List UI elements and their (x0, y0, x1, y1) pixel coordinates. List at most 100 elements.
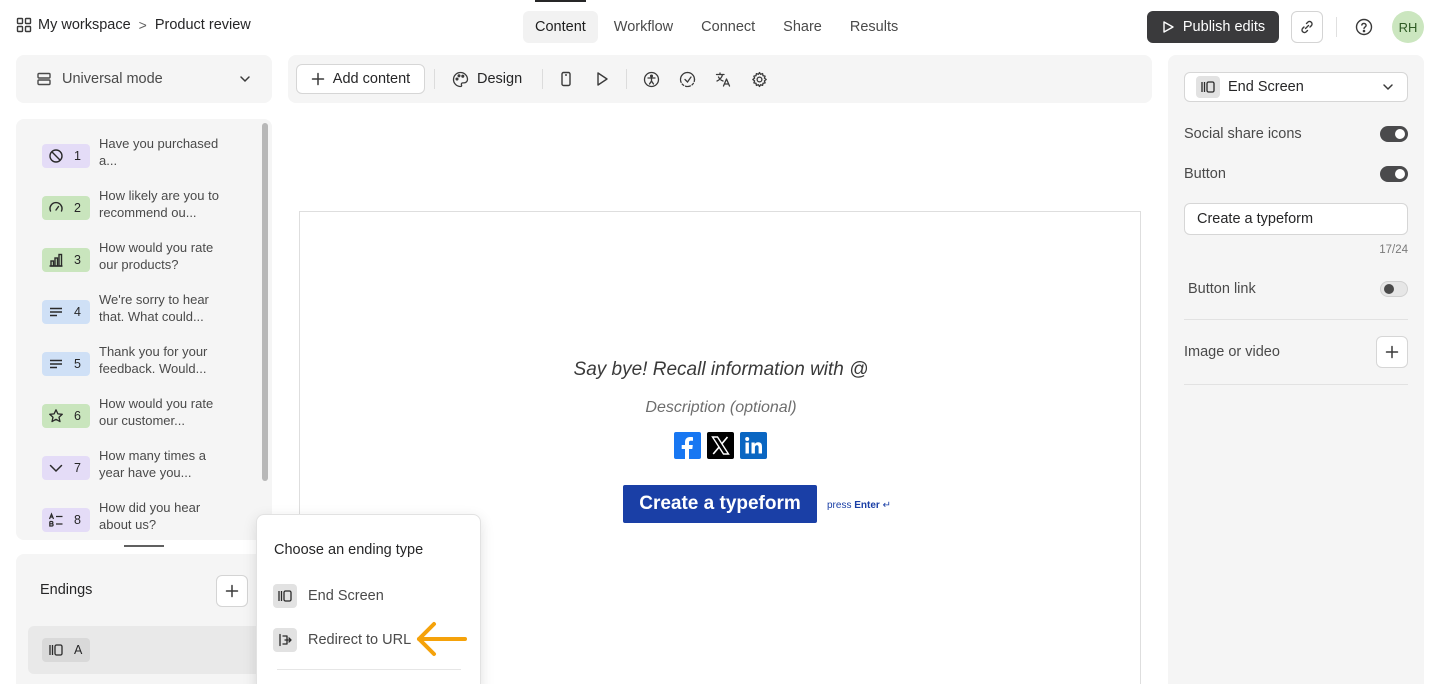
question-list: 1 Have you purchased a... 2 How likely a… (16, 119, 272, 540)
x-icon[interactable] (707, 432, 734, 459)
button-label: Button (1184, 166, 1226, 182)
question-number: 8 (74, 513, 81, 527)
play-icon (594, 71, 610, 87)
translate-icon (715, 71, 732, 88)
top-bar: My workspace > Product review Content Wo… (0, 0, 1440, 54)
end-screen-icon (1196, 76, 1220, 98)
button-row: Button (1184, 164, 1408, 184)
question-text: How many times a year have you... (99, 448, 206, 480)
ending-type-select[interactable]: End Screen (1184, 72, 1408, 102)
mobile-preview-button[interactable] (554, 67, 578, 91)
list-item[interactable]: 4 We're sorry to hear that. What could..… (42, 291, 242, 331)
translate-button[interactable] (711, 67, 735, 91)
question-text: Have you purchased a... (99, 136, 219, 168)
gauge-icon (48, 200, 64, 216)
question-number: 3 (74, 253, 81, 267)
add-content-button[interactable]: Add content (296, 64, 425, 94)
button-text-input[interactable] (1184, 203, 1408, 235)
question-number: 4 (74, 305, 81, 319)
question-list-scrollbar[interactable] (262, 123, 268, 481)
chevron-down-icon (48, 460, 64, 476)
button-link-toggle[interactable] (1380, 281, 1408, 297)
settings-panel: End Screen Social share icons Button 17/… (1168, 55, 1424, 684)
social-share-toggle[interactable] (1380, 126, 1408, 142)
design-label: Design (477, 71, 523, 87)
list-item[interactable]: 1 Have you purchased a... (42, 135, 242, 175)
star-icon (48, 408, 64, 424)
ab-list-icon (48, 512, 64, 528)
help-button[interactable] (1350, 13, 1378, 41)
accessibility-button[interactable] (639, 67, 663, 91)
endings-panel: Endings A (16, 554, 272, 684)
list-item[interactable]: 7 How many times a year have you... (42, 447, 242, 487)
add-ending-button[interactable] (216, 575, 248, 607)
stack-icon (36, 71, 52, 87)
question-text: How would you rate our products? (99, 240, 214, 272)
gear-icon (751, 71, 768, 88)
bar-chart-icon (48, 252, 64, 268)
question-number: 1 (74, 149, 81, 163)
tab-workflow[interactable]: Workflow (602, 11, 685, 43)
avatar[interactable]: RH (1392, 11, 1424, 43)
facebook-icon[interactable] (674, 432, 701, 459)
list-item[interactable]: 2 How likely are you to recommend ou... (42, 187, 242, 227)
mobile-icon (558, 71, 574, 87)
divider (1184, 384, 1408, 385)
tab-content[interactable]: Content (523, 0, 598, 43)
tab-results[interactable]: Results (838, 11, 910, 43)
end-screen-icon (48, 642, 64, 658)
question-badge: 7 (42, 456, 90, 480)
social-share-label: Social share icons (1184, 126, 1302, 142)
list-item[interactable]: 6 How would you rate our customer... (42, 395, 242, 435)
preview-button[interactable] (590, 67, 614, 91)
endings-label: Endings (40, 582, 93, 598)
linkedin-icon[interactable] (740, 432, 767, 459)
question-badge: 2 (42, 196, 90, 220)
divider (542, 69, 543, 89)
question-text: We're sorry to hear that. What could... (99, 292, 209, 324)
play-outline-icon (1161, 20, 1175, 34)
ending-item[interactable]: A (28, 626, 268, 674)
ending-title[interactable]: Say bye! Recall information with @ (300, 359, 1142, 381)
main-tabs: Content Workflow Connect Share Results (523, 0, 914, 43)
breadcrumb-workspace[interactable]: My workspace (38, 17, 131, 33)
tab-share[interactable]: Share (771, 11, 834, 43)
drag-handle[interactable] (124, 545, 164, 547)
list-item[interactable]: 5 Thank you for your feedback. Would... (42, 343, 242, 383)
menu-item-end-screen[interactable]: End Screen (273, 584, 384, 608)
tab-connect[interactable]: Connect (689, 11, 767, 43)
add-media-button[interactable] (1376, 336, 1408, 368)
breadcrumb-form[interactable]: Product review (155, 17, 251, 33)
media-label: Image or video (1184, 344, 1280, 360)
create-typeform-button[interactable]: Create a typeform (623, 485, 817, 523)
accessibility-icon (643, 71, 660, 88)
select-value: End Screen (1228, 79, 1304, 95)
question-number: 7 (74, 461, 81, 475)
question-text: Thank you for your feedback. Would... (99, 344, 208, 376)
list-item[interactable]: 3 How would you rate our products? (42, 239, 242, 279)
copy-link-button[interactable] (1291, 11, 1323, 43)
grid-icon[interactable] (16, 17, 32, 33)
question-text: How would you rate our customer... (99, 396, 214, 428)
question-badge: 1 (42, 144, 90, 168)
link-icon (1299, 19, 1315, 35)
plus-icon (1385, 345, 1399, 359)
mode-selector[interactable]: Universal mode (16, 55, 272, 103)
plus-icon (225, 584, 239, 598)
design-button[interactable]: Design (452, 64, 522, 94)
divider (1184, 319, 1408, 320)
menu-item-redirect-url[interactable]: Redirect to URL (273, 628, 411, 652)
list-item[interactable]: 8 How did you hear about us? (42, 499, 242, 539)
ending-description[interactable]: Description (optional) (300, 399, 1142, 417)
loading-button[interactable] (675, 67, 699, 91)
divider (434, 69, 435, 89)
question-badge: 8 (42, 508, 90, 532)
media-row: Image or video (1184, 336, 1408, 368)
settings-button[interactable] (747, 67, 771, 91)
publish-edits-button[interactable]: Publish edits (1147, 11, 1279, 43)
button-toggle[interactable] (1380, 166, 1408, 182)
question-badge: 4 (42, 300, 90, 324)
plus-icon (311, 72, 325, 86)
slash-circle-icon (48, 148, 64, 164)
ending-letter: A (74, 643, 83, 657)
